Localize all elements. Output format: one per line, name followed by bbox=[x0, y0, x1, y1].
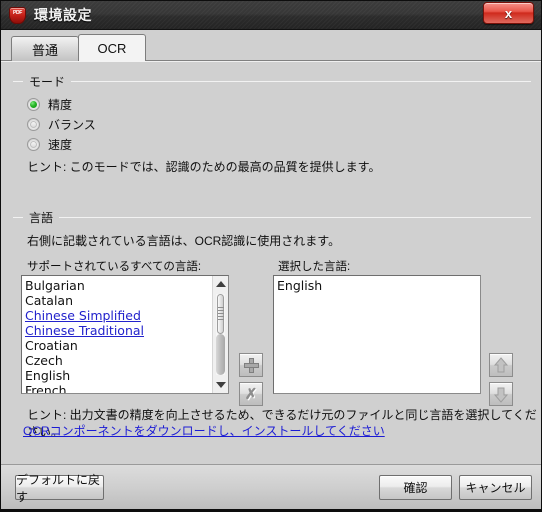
move-up-icon bbox=[493, 356, 509, 372]
move-up-button[interactable] bbox=[489, 353, 513, 377]
add-language-button[interactable] bbox=[239, 353, 263, 377]
list-item[interactable]: Chinese Simplified bbox=[25, 308, 211, 323]
language-description: 右側に記載されている言語は、OCR認識に使用されます。 bbox=[27, 234, 341, 248]
window-title: 環境設定 bbox=[34, 7, 92, 23]
list-item[interactable]: Catalan bbox=[25, 293, 211, 308]
tab-content-ocr: モード 精度 バランス 速度 ヒント: このモードでは、認識のための最高の品質を… bbox=[1, 61, 541, 464]
available-languages-label: サポートされているすべての言語: bbox=[27, 261, 202, 273]
list-item[interactable]: English bbox=[25, 368, 211, 383]
language-group-title: 言語 bbox=[13, 210, 531, 225]
available-languages-items: Bulgarian Catalan Chinese Simplified Chi… bbox=[22, 276, 211, 393]
selected-languages-items: English bbox=[274, 276, 480, 393]
radio-unselected-icon bbox=[27, 137, 40, 151]
radio-mode-accuracy[interactable]: 精度 bbox=[27, 94, 531, 114]
radio-unselected-icon bbox=[27, 117, 40, 131]
list-item[interactable]: Bulgarian bbox=[25, 278, 211, 293]
dialog-footer: デフォルトに戻す 確認 キャンセル bbox=[1, 464, 541, 509]
mode-group-label: モード bbox=[29, 74, 66, 89]
scroll-down-icon[interactable] bbox=[213, 377, 228, 393]
available-languages-scrollbar[interactable] bbox=[212, 276, 228, 393]
language-group: 言語 右側に記載されている言語は、OCR認識に使用されます。 bbox=[13, 210, 531, 249]
language-group-label: 言語 bbox=[29, 210, 54, 225]
radio-selected-icon bbox=[27, 97, 40, 111]
radio-mode-speed-label: 速度 bbox=[48, 137, 73, 152]
title-bar: PDF 環境設定 x bbox=[1, 1, 541, 30]
available-languages-listbox[interactable]: Bulgarian Catalan Chinese Simplified Chi… bbox=[21, 275, 229, 394]
remove-language-button[interactable]: ✗ bbox=[239, 382, 263, 406]
cancel-button[interactable]: キャンセル bbox=[459, 475, 532, 500]
selected-languages-listbox[interactable]: English bbox=[273, 275, 481, 394]
selected-languages-label: 選択した言語: bbox=[278, 261, 351, 273]
download-ocr-component-link[interactable]: OCRコンポーネントをダウンロードし、インストールしてください bbox=[23, 422, 385, 439]
list-item[interactable]: Czech bbox=[25, 353, 211, 368]
radio-mode-balance-label: バランス bbox=[48, 117, 96, 132]
plus-icon bbox=[243, 357, 259, 373]
close-x-icon: ✗ bbox=[244, 385, 258, 403]
tab-ocr[interactable]: OCR bbox=[78, 34, 146, 62]
list-item[interactable]: Chinese Traditional bbox=[25, 323, 211, 338]
confirm-button[interactable]: 確認 bbox=[379, 475, 452, 500]
scrollbar-lower-track[interactable] bbox=[216, 334, 225, 375]
mode-group-title: モード bbox=[13, 74, 531, 89]
restore-defaults-button[interactable]: デフォルトに戻す bbox=[15, 473, 104, 504]
tab-general[interactable]: 普通 bbox=[11, 36, 79, 61]
preferences-dialog: PDF 環境設定 x 普通 OCR モード 精度 バランス 速度 ヒント: この… bbox=[0, 0, 542, 512]
mode-hint-text: ヒント: このモードでは、認識のための最高の品質を提供します。 bbox=[27, 160, 381, 174]
scrollbar-thumb[interactable] bbox=[217, 294, 224, 334]
radio-mode-balance[interactable]: バランス bbox=[27, 114, 531, 134]
close-icon[interactable]: x bbox=[483, 2, 534, 24]
scroll-up-icon[interactable] bbox=[213, 276, 228, 292]
tab-strip: 普通 OCR bbox=[1, 30, 541, 62]
list-item[interactable]: English bbox=[277, 278, 480, 293]
radio-mode-accuracy-label: 精度 bbox=[48, 97, 73, 112]
mode-group: モード 精度 バランス 速度 ヒント: このモードでは、認識のための最高の品質を… bbox=[13, 74, 531, 175]
list-item[interactable]: Croatian bbox=[25, 338, 211, 353]
pdf-document-icon: PDF bbox=[9, 6, 26, 24]
list-item[interactable]: French bbox=[25, 383, 211, 393]
move-down-icon bbox=[493, 387, 509, 403]
move-down-button[interactable] bbox=[489, 382, 513, 406]
radio-mode-speed[interactable]: 速度 bbox=[27, 134, 531, 154]
